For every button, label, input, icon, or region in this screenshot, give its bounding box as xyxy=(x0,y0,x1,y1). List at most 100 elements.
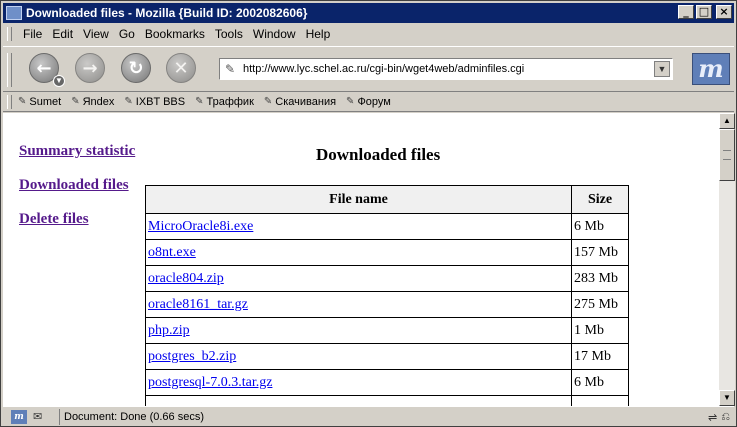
file-link[interactable]: MicroOracle8i.exe xyxy=(148,219,253,234)
menu-edit[interactable]: Edit xyxy=(47,27,78,41)
scroll-down-button[interactable]: ▼ xyxy=(719,390,735,406)
file-link[interactable]: oracle8161_tar.gz xyxy=(148,297,248,312)
file-name-cell: oracle8161_tar.gz xyxy=(145,291,572,318)
reload-icon: ↻ xyxy=(128,57,144,79)
stop-icon: ✕ xyxy=(173,57,189,79)
menu-file[interactable]: File xyxy=(18,27,47,41)
scroll-thumb[interactable] xyxy=(719,129,735,181)
status-right: ⇌ ⎌ xyxy=(684,409,730,425)
table-row: postgres_b2.zip 17 Mb xyxy=(145,343,629,370)
personal-toolbar: ✎ Sumet ✎ Яndex ✎ IXBT BBS ✎ Траффик ✎ Скачив… xyxy=(3,92,734,112)
menu-go[interactable]: Go xyxy=(114,27,140,41)
window-controls: _ □ × xyxy=(678,5,732,19)
admin-nav: Summary statistic Downloaded files Delet… xyxy=(19,143,135,245)
bookmark-icon: ✎ xyxy=(263,96,273,107)
bookmark-forum[interactable]: ✎ Форум xyxy=(346,96,391,108)
bookmark-downloads[interactable]: ✎ Скачивания xyxy=(264,96,336,108)
table-row: oracle804.zip 283 Mb xyxy=(145,265,629,292)
bookmark-yandex[interactable]: ✎ Яndex xyxy=(71,96,114,108)
url-history-dropdown[interactable]: ▼ xyxy=(654,61,670,77)
mozilla-app-icon xyxy=(6,6,22,20)
file-link[interactable]: postgres_b2.zip xyxy=(148,349,236,364)
security-lock-icon[interactable]: ⎌ xyxy=(721,411,730,424)
bookmark-traffic[interactable]: ✎ Траффик xyxy=(195,96,254,108)
page-title: Downloaded files xyxy=(316,145,441,164)
url-input[interactable]: http://www.lyc.schel.ac.ru/cgi-bin/wget4… xyxy=(243,63,654,75)
status-bar: m ✉ Document: Done (0.66 secs) ⇌ ⎌ xyxy=(3,406,734,427)
file-link[interactable]: postgresql-7.0.3.tar.gz xyxy=(148,375,272,390)
file-size-cell xyxy=(571,395,629,406)
scroll-up-button[interactable]: ▲ xyxy=(719,113,735,129)
link-summary-statistic[interactable]: Summary statistic xyxy=(19,143,135,160)
stop-button[interactable]: ✕ xyxy=(166,53,196,83)
bookmark-label: Яndex xyxy=(82,95,115,108)
file-size-cell: 6 Mb xyxy=(571,369,629,396)
file-name-cell: postgresql-7.0.3.tar.gz xyxy=(145,369,572,396)
table-row xyxy=(145,395,629,406)
mozilla-throbber-icon[interactable]: m xyxy=(692,53,730,85)
file-name-cell: oracle804.zip xyxy=(145,265,572,292)
file-size-cell: 275 Mb xyxy=(571,291,629,318)
bookmark-ixbt-bbs[interactable]: ✎ IXBT BBS xyxy=(124,96,185,108)
page-proxy-icon[interactable]: ✎ xyxy=(225,62,239,76)
file-name-cell: MicroOracle8i.exe xyxy=(145,213,572,240)
mail-component-icon[interactable]: ✉ xyxy=(33,410,51,424)
bookmark-icon: ✎ xyxy=(71,96,80,107)
menu-view[interactable]: View xyxy=(78,27,114,41)
bookmark-icon: ✎ xyxy=(124,96,133,107)
file-link[interactable]: php.zip xyxy=(148,323,190,338)
menu-bookmarks[interactable]: Bookmarks xyxy=(140,27,210,41)
bookmark-label: Форум xyxy=(357,95,391,108)
toolbar-grip[interactable] xyxy=(7,94,12,109)
page-content: Summary statistic Downloaded files Delet… xyxy=(3,113,719,406)
thumb-grip-icon xyxy=(723,150,731,160)
files-table: File name Size MicroOracle8i.exe 6 Mb o8… xyxy=(145,185,629,406)
link-downloaded-files[interactable]: Downloaded files xyxy=(19,177,135,194)
vertical-scrollbar[interactable]: ▲ ▼ xyxy=(719,113,735,406)
navigation-toolbar: ← ▼ → ↻ ✕ ✎ http://www.lyc.schel.ac.ru/c… xyxy=(3,46,734,92)
column-header-file-name: File name xyxy=(145,185,572,214)
table-row: o8nt.exe 157 Mb xyxy=(145,239,629,266)
table-header-row: File name Size xyxy=(145,185,629,214)
file-size-cell: 283 Mb xyxy=(571,265,629,292)
forward-arrow-icon: → xyxy=(82,57,98,79)
title-bar[interactable]: Downloaded files - Mozilla {Build ID: 20… xyxy=(3,3,734,23)
online-status-icon[interactable]: ⇌ xyxy=(708,411,717,424)
file-link[interactable]: oracle804.zip xyxy=(148,271,224,286)
browser-window: Downloaded files - Mozilla {Build ID: 20… xyxy=(0,0,737,427)
url-bar[interactable]: ✎ http://www.lyc.schel.ac.ru/cgi-bin/wge… xyxy=(219,58,673,80)
close-button[interactable]: × xyxy=(716,5,732,19)
minimize-button[interactable]: _ xyxy=(678,5,694,19)
file-name-cell: o8nt.exe xyxy=(145,239,572,266)
file-link[interactable]: o8nt.exe xyxy=(148,245,196,260)
back-history-dropdown[interactable]: ▼ xyxy=(53,75,65,87)
column-header-size: Size xyxy=(571,185,629,214)
link-delete-files[interactable]: Delete files xyxy=(19,211,135,228)
status-text: Document: Done (0.66 secs) xyxy=(59,409,684,425)
bookmark-label: IXBT BBS xyxy=(135,95,186,108)
menu-help[interactable]: Help xyxy=(301,27,336,41)
bookmark-label: Траффик xyxy=(206,95,254,108)
file-size-cell: 6 Mb xyxy=(571,213,629,240)
bookmark-icon: ✎ xyxy=(18,96,27,107)
menu-window[interactable]: Window xyxy=(248,27,301,41)
file-name-cell: postgres_b2.zip xyxy=(145,343,572,370)
bookmark-sumet[interactable]: ✎ Sumet xyxy=(18,96,61,108)
menu-tools[interactable]: Tools xyxy=(210,27,248,41)
back-arrow-icon: ← xyxy=(36,57,52,79)
file-size-cell: 17 Mb xyxy=(571,343,629,370)
toolbar-grip[interactable] xyxy=(7,27,12,41)
file-size-cell: 1 Mb xyxy=(571,317,629,344)
window-title: Downloaded files - Mozilla {Build ID: 20… xyxy=(26,6,308,20)
mozilla-component-icon[interactable]: m xyxy=(11,410,27,424)
forward-button[interactable]: → xyxy=(75,53,105,83)
toolbar-grip[interactable] xyxy=(7,53,12,87)
table-row: postgresql-7.0.3.tar.gz 6 Mb xyxy=(145,369,629,396)
file-name-cell xyxy=(145,395,572,406)
menu-bar: File Edit View Go Bookmarks Tools Window… xyxy=(3,24,734,44)
table-row: php.zip 1 Mb xyxy=(145,317,629,344)
bookmark-label: Скачивания xyxy=(275,95,337,108)
file-name-cell: php.zip xyxy=(145,317,572,344)
reload-button[interactable]: ↻ xyxy=(121,53,151,83)
maximize-button[interactable]: □ xyxy=(696,5,712,19)
